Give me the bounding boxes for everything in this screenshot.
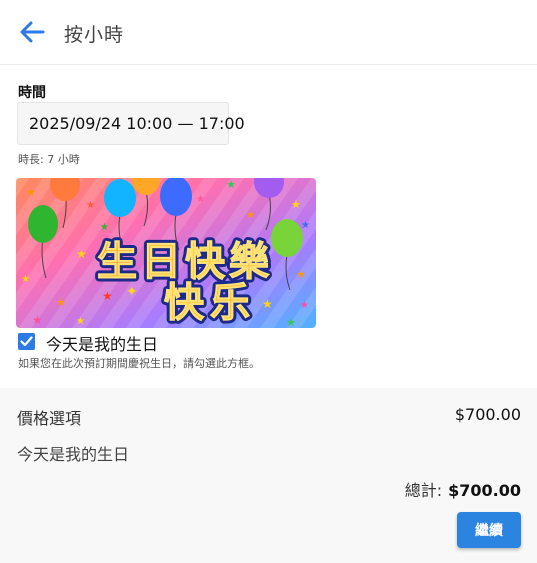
svg-text:★: ★ (262, 297, 273, 311)
continue-button[interactable]: 繼續 (457, 512, 521, 548)
price-option-value: $700.00 (454, 405, 521, 424)
svg-text:★: ★ (76, 247, 87, 261)
arrow-left-icon (20, 21, 45, 43)
svg-text:★: ★ (246, 210, 255, 221)
svg-text:★: ★ (100, 222, 109, 233)
banner-line1-char-1: 日 (141, 239, 181, 285)
birthday-checkbox[interactable] (18, 333, 35, 350)
top-bar: 按小時 (0, 0, 537, 65)
birthday-hint-text: 如果您在此次預訂期間慶祝生日，請勾選此方框。 (18, 357, 260, 370)
svg-text:★: ★ (21, 274, 30, 285)
total-label: 總計: (404, 481, 443, 500)
birthday-banner-image: ★ ★ ★ ★ ★ ★ ★ ★ ★ ★ ★ ★ ★ ✦ ★ ★ ★ ★ ★ ★ … (16, 178, 316, 328)
svg-text:★: ★ (291, 198, 301, 211)
birthday-line-item: 今天是我的生日 (17, 445, 130, 464)
svg-text:★: ★ (102, 289, 113, 303)
svg-text:★: ★ (32, 313, 43, 327)
page-title: 按小時 (64, 24, 125, 46)
back-button[interactable] (18, 19, 46, 45)
price-summary-panel: 價格選項 $700.00 今天是我的生日 總計: $700.00 繼續 (0, 388, 537, 563)
svg-text:★: ★ (296, 268, 306, 281)
svg-text:★: ★ (86, 200, 95, 211)
price-option-title: 價格選項 (17, 409, 82, 428)
svg-text:★: ★ (196, 194, 205, 205)
banner-line1-char-0: 生 (97, 239, 137, 285)
total-amount: $700.00 (448, 481, 521, 500)
duration-text: 時長: 7 小時 (18, 153, 80, 166)
banner-line1-char-2: 快 (185, 239, 226, 285)
svg-text:★: ★ (76, 316, 85, 327)
svg-text:★: ★ (26, 186, 36, 199)
banner-line1-char-3: 樂 (229, 239, 270, 285)
checkmark-icon (20, 336, 33, 347)
birthday-checkbox-label[interactable]: 今天是我的生日 (46, 331, 158, 355)
total-row: 總計: $700.00 (405, 477, 521, 501)
banner-line2-char-1: 乐 (210, 280, 250, 326)
svg-text:★: ★ (56, 296, 66, 309)
svg-text:★: ★ (300, 300, 309, 311)
time-range-field[interactable]: 2025/09/24 10:00 — 17:00 (17, 102, 245, 145)
svg-text:★: ★ (301, 220, 310, 231)
svg-text:★: ★ (226, 178, 236, 191)
svg-text:★: ★ (286, 316, 296, 328)
banner-line2-char-0: 快 (164, 280, 205, 326)
time-label: 時間 (18, 85, 46, 101)
svg-text:✦: ✦ (126, 284, 138, 300)
